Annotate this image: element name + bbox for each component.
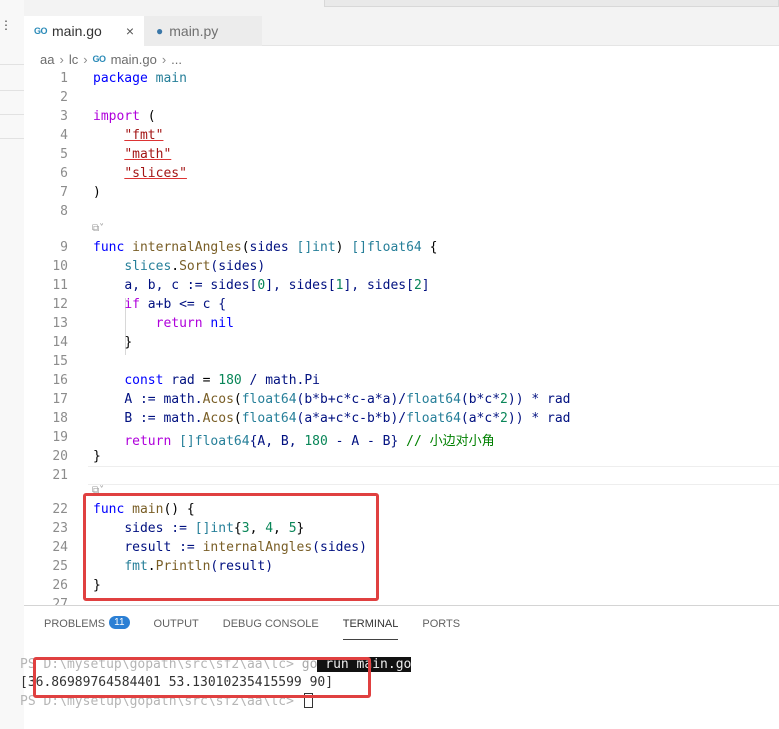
- code-line: return []float64{A, B, 180 - A - B} // 小…: [124, 434, 495, 449]
- line-number: 10: [52, 259, 68, 274]
- annotation-box-main-func: [83, 493, 379, 601]
- line-number: 4: [60, 128, 68, 143]
- line-number: 15: [52, 354, 68, 369]
- codelens-icon[interactable]: ⧉˅: [92, 223, 104, 234]
- breadcrumb-item[interactable]: aa: [40, 52, 54, 67]
- python-icon: ●: [156, 24, 164, 38]
- annotation-box-output: [33, 657, 371, 698]
- line-number: 1: [60, 71, 68, 86]
- line-number: 8: [60, 204, 68, 219]
- code-line: slices.Sort(sides): [124, 259, 266, 274]
- breadcrumb-item[interactable]: ...: [171, 52, 182, 67]
- breadcrumb-item[interactable]: main.go: [111, 52, 157, 67]
- line-number: 9: [60, 240, 68, 255]
- code-line: "math": [124, 147, 172, 162]
- code-line: }: [93, 449, 101, 464]
- line-number: 6: [60, 166, 68, 181]
- activity-strip: ⋮: [0, 0, 24, 729]
- close-icon[interactable]: ×: [126, 23, 134, 39]
- breadcrumb: aa › lc › GO main.go › ...: [40, 49, 182, 69]
- code-line: if a+b <= c {: [124, 297, 227, 312]
- line-number: 7: [60, 185, 68, 200]
- code-line: }: [124, 335, 133, 350]
- current-line-highlight: [88, 466, 779, 485]
- line-number: 24: [52, 540, 68, 555]
- line-number: 3: [60, 109, 68, 124]
- tab-problems[interactable]: PROBLEMS 11: [44, 616, 130, 640]
- code-line: ): [93, 185, 101, 200]
- editor-tabs: GO main.go × ● main.py: [24, 8, 779, 46]
- tab-output[interactable]: OUTPUT: [154, 616, 199, 640]
- chevron-right-icon: ›: [83, 51, 88, 67]
- go-icon: GO: [92, 54, 107, 64]
- chevron-right-icon: ›: [59, 51, 64, 67]
- problems-count-badge: 11: [109, 616, 130, 629]
- line-number: 25: [52, 559, 68, 574]
- line-number: 22: [52, 502, 68, 517]
- line-number: 2: [60, 90, 68, 105]
- panel-tabs: PROBLEMS 11 OUTPUT DEBUG CONSOLE TERMINAL…: [44, 616, 484, 640]
- tab-ports[interactable]: PORTS: [422, 616, 460, 640]
- tab-main-go[interactable]: GO main.go ×: [24, 16, 144, 46]
- code-line: A := math.Acos(float64(b*b+c*c-a*a)/floa…: [124, 392, 571, 407]
- code-line: package main: [93, 71, 187, 86]
- code-line: "slices": [124, 166, 187, 181]
- divider: [0, 138, 24, 139]
- line-number: 11: [52, 278, 68, 293]
- line-number: 16: [52, 373, 68, 388]
- chevron-right-icon: ›: [161, 51, 167, 67]
- code-line: B := math.Acos(float64(a*a+c*c-b*b)/floa…: [124, 411, 571, 426]
- line-number: 23: [52, 521, 68, 536]
- line-number: 19: [52, 430, 68, 445]
- line-number: 26: [52, 578, 68, 593]
- line-number: 14: [52, 335, 68, 350]
- command-center[interactable]: [324, 0, 779, 7]
- code-line: import (: [93, 109, 156, 124]
- breadcrumb-item[interactable]: lc: [69, 52, 78, 67]
- line-number: 21: [52, 468, 68, 483]
- tab-label: main.py: [169, 23, 219, 39]
- line-number: 27: [52, 597, 68, 605]
- tab-main-py[interactable]: ● main.py: [144, 16, 262, 46]
- line-number: 17: [52, 392, 68, 407]
- divider: [0, 64, 24, 65]
- tab-terminal[interactable]: TERMINAL: [342, 616, 399, 640]
- divider: [0, 114, 24, 115]
- divider: [0, 90, 24, 91]
- tab-label: main.go: [52, 23, 102, 39]
- code-line: const rad = 180 / math.Pi: [124, 373, 321, 388]
- code-line: func internalAngles(sides []int) []float…: [93, 240, 438, 255]
- go-icon: GO: [34, 26, 48, 36]
- code-line: "fmt": [124, 128, 164, 143]
- line-number: 13: [52, 316, 68, 331]
- title-bar: [24, 0, 779, 8]
- line-number: 5: [60, 147, 68, 162]
- tab-debug-console[interactable]: DEBUG CONSOLE: [223, 616, 319, 640]
- line-number: 12: [52, 297, 68, 312]
- code-line: a, b, c := sides[0], sides[1], sides[2]: [124, 278, 430, 293]
- line-number: 20: [52, 449, 68, 464]
- overflow-icon[interactable]: ⋮: [0, 18, 14, 32]
- line-number: 18: [52, 411, 68, 426]
- code-line: return nil: [155, 316, 234, 331]
